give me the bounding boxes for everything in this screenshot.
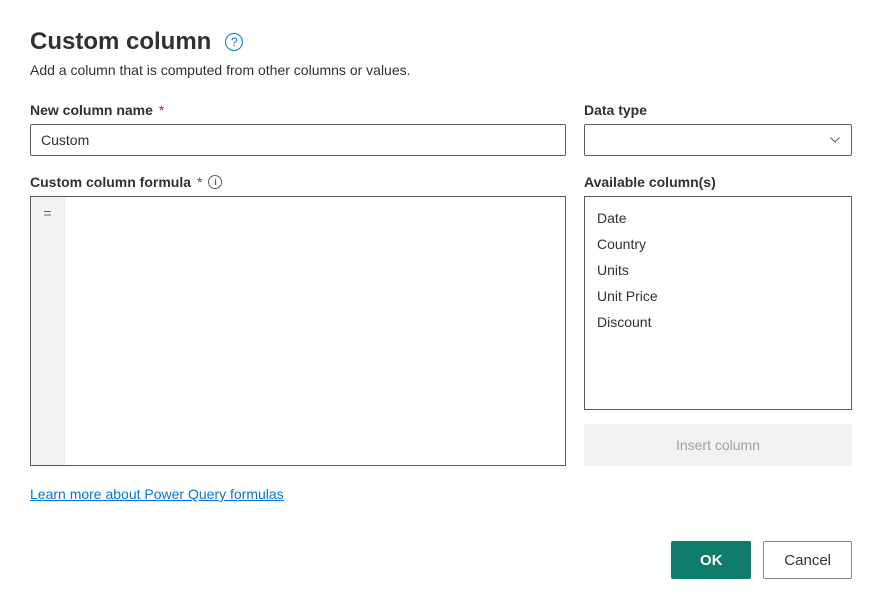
data-type-field: Data type bbox=[584, 102, 852, 156]
formula-editor: = bbox=[30, 196, 566, 466]
available-columns-label-text: Available column(s) bbox=[584, 174, 716, 190]
column-name-input[interactable] bbox=[30, 124, 566, 156]
list-item[interactable]: Country bbox=[597, 231, 839, 257]
formula-label: Custom column formula * i bbox=[30, 174, 566, 190]
formula-gutter: = bbox=[31, 197, 65, 465]
help-icon[interactable]: ? bbox=[225, 33, 243, 51]
column-name-field: New column name * bbox=[30, 102, 566, 156]
required-asterisk: * bbox=[159, 102, 164, 118]
data-type-label-text: Data type bbox=[584, 102, 647, 118]
formula-field: Custom column formula * i = Learn more a… bbox=[30, 174, 566, 502]
list-item[interactable]: Discount bbox=[597, 309, 839, 335]
chevron-down-icon bbox=[829, 134, 841, 146]
form-row-top: New column name * Data type bbox=[30, 102, 852, 156]
formula-input[interactable] bbox=[65, 197, 565, 465]
required-asterisk: * bbox=[197, 174, 202, 190]
ok-button[interactable]: OK bbox=[671, 541, 751, 579]
available-columns-list: Date Country Units Unit Price Discount bbox=[584, 196, 852, 410]
list-item[interactable]: Unit Price bbox=[597, 283, 839, 309]
available-columns-field: Available column(s) Date Country Units U… bbox=[584, 174, 852, 502]
data-type-label: Data type bbox=[584, 102, 852, 118]
available-columns-label: Available column(s) bbox=[584, 174, 852, 190]
column-name-label-text: New column name bbox=[30, 102, 153, 118]
formula-label-text: Custom column formula bbox=[30, 174, 191, 190]
column-name-label: New column name * bbox=[30, 102, 566, 118]
learn-more-link[interactable]: Learn more about Power Query formulas bbox=[30, 486, 284, 502]
formula-row: Custom column formula * i = Learn more a… bbox=[30, 174, 852, 502]
dialog-title: Custom column bbox=[30, 28, 211, 56]
info-icon[interactable]: i bbox=[208, 175, 222, 189]
data-type-dropdown[interactable] bbox=[584, 124, 852, 156]
cancel-button[interactable]: Cancel bbox=[763, 541, 852, 579]
list-item[interactable]: Date bbox=[597, 205, 839, 231]
dialog-subtitle: Add a column that is computed from other… bbox=[30, 62, 852, 78]
insert-column-button[interactable]: Insert column bbox=[584, 424, 852, 466]
dialog-footer: OK Cancel bbox=[671, 541, 852, 579]
dialog-header: Custom column ? bbox=[30, 28, 852, 56]
list-item[interactable]: Units bbox=[597, 257, 839, 283]
